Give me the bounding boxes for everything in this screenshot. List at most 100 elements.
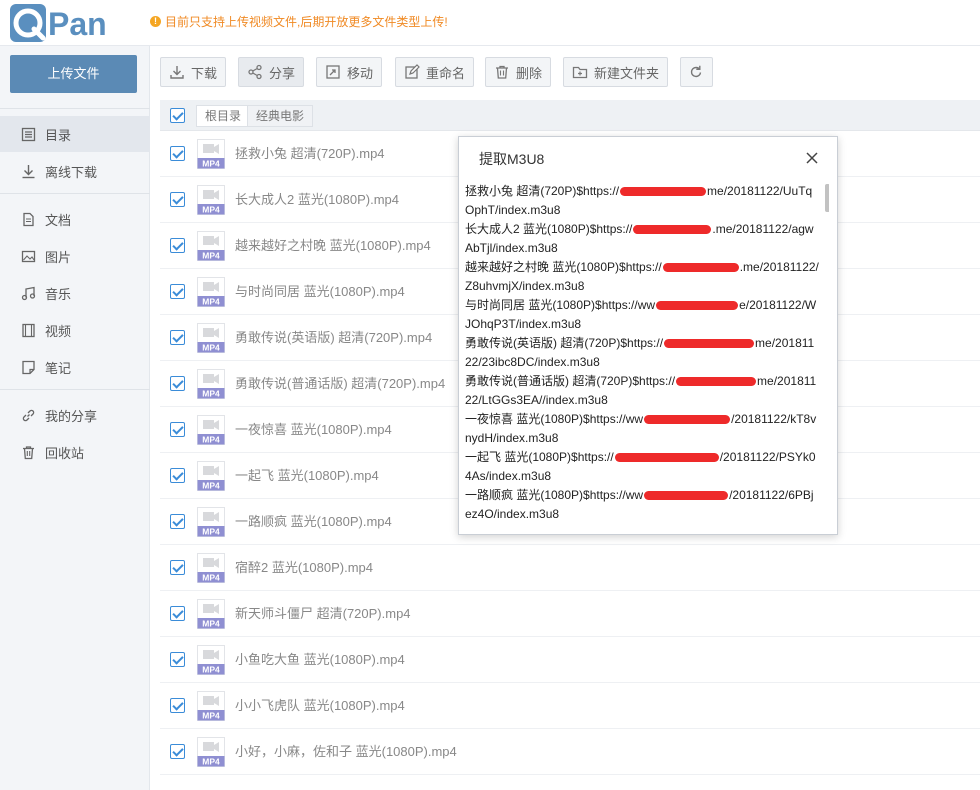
breadcrumb-root[interactable]: 根目录 <box>196 105 251 127</box>
sidebar-item-label: 目录 <box>45 127 72 143</box>
svg-text:MP4: MP4 <box>202 297 220 307</box>
sidebar-item-label: 笔记 <box>45 360 72 376</box>
redaction-mark <box>614 453 719 463</box>
row-checkbox[interactable] <box>170 330 185 345</box>
sidebar-item-my-shares[interactable]: 我的分享 <box>0 397 150 433</box>
close-icon[interactable] <box>805 151 819 165</box>
file-row[interactable]: MP4 宿醉2 蓝光(1080P).mp4 <box>160 545 980 591</box>
file-name[interactable]: 勇敢传说(英语版) 超清(720P).mp4 <box>235 315 432 361</box>
document-icon <box>20 211 36 227</box>
sidebar-item-recycle-bin[interactable]: 回收站 <box>0 434 150 470</box>
delete-label: 删除 <box>516 65 543 81</box>
svg-text:MP4: MP4 <box>202 205 220 215</box>
row-checkbox[interactable] <box>170 606 185 621</box>
svg-text:MP4: MP4 <box>202 343 220 353</box>
download-label: 下载 <box>191 65 218 81</box>
file-name[interactable]: 一起飞 蓝光(1080P).mp4 <box>235 453 379 499</box>
sidebar-item-label: 音乐 <box>45 286 72 302</box>
sidebar-item-notes[interactable]: 笔记 <box>0 349 150 385</box>
file-name[interactable]: 小鱼吃大鱼 蓝光(1080P).mp4 <box>235 637 405 683</box>
rename-button[interactable]: 重命名 <box>395 57 475 87</box>
row-checkbox[interactable] <box>170 744 185 759</box>
file-name[interactable]: 小好，小麻，佐和子 蓝光(1080P).mp4 <box>235 729 457 775</box>
delete-button[interactable]: 删除 <box>485 57 552 87</box>
row-checkbox[interactable] <box>170 192 185 207</box>
row-checkbox[interactable] <box>170 468 185 483</box>
row-checkbox[interactable] <box>170 376 185 391</box>
row-checkbox[interactable] <box>170 560 185 575</box>
file-name[interactable]: 与时尚同居 蓝光(1080P).mp4 <box>235 269 405 315</box>
refresh-icon <box>688 64 704 80</box>
m3u8-text-area[interactable]: 拯救小兔 超清(720P)$https://me/20181122/UuTqOp… <box>465 182 829 527</box>
sidebar-item-images[interactable]: 图片 <box>0 238 150 274</box>
video-file-icon: MP4 <box>197 415 225 445</box>
m3u8-entry-prefix: 勇敢传说(普通话版) 超清(720P)$https:// <box>465 374 676 388</box>
m3u8-entry: 拯救小兔 超清(720P)$https://me/20181122/UuTqOp… <box>465 182 820 220</box>
file-name[interactable]: 一夜惊喜 蓝光(1080P).mp4 <box>235 407 392 453</box>
m3u8-list: 拯救小兔 超清(720P)$https://me/20181122/UuTqOp… <box>465 182 820 524</box>
file-name[interactable]: 宿醉2 蓝光(1080P).mp4 <box>235 545 373 591</box>
video-file-icon: MP4 <box>197 599 225 629</box>
file-row[interactable]: MP4 新天师斗僵尸 超清(720P).mp4 <box>160 591 980 637</box>
sidebar-item-documents[interactable]: 文档 <box>0 201 150 237</box>
move-button[interactable]: 移动 <box>316 57 383 87</box>
video-icon <box>20 322 36 338</box>
file-name[interactable]: 小小飞虎队 蓝光(1080P).mp4 <box>235 683 405 729</box>
extract-m3u8-dialog: 提取M3U8 拯救小兔 超清(720P)$https://me/20181122… <box>458 136 838 535</box>
file-name[interactable]: 越来越好之村晚 蓝光(1080P).mp4 <box>235 223 431 269</box>
share-button[interactable]: 分享 <box>238 57 305 87</box>
file-name[interactable]: 新天师斗僵尸 超清(720P).mp4 <box>235 591 411 637</box>
row-checkbox[interactable] <box>170 284 185 299</box>
sidebar-item-music[interactable]: 音乐 <box>0 275 150 311</box>
svg-text:MP4: MP4 <box>202 619 220 629</box>
new-folder-button[interactable]: 新建文件夹 <box>563 57 669 87</box>
m3u8-entry: 勇敢传说(普通话版) 超清(720P)$https://me/20181122/… <box>465 372 820 410</box>
file-name[interactable]: 长大成人2 蓝光(1080P).mp4 <box>235 177 399 223</box>
sidebar: 上传文件 目录 离线下载 文档 图片 音乐 视频 笔记 我的分享 回收站 <box>0 46 150 790</box>
redaction-mark <box>656 301 739 311</box>
row-checkbox[interactable] <box>170 422 185 437</box>
download-button[interactable]: 下载 <box>160 57 227 87</box>
image-icon <box>20 248 36 264</box>
file-row[interactable]: MP4 小小飞虎队 蓝光(1080P).mp4 <box>160 683 980 729</box>
share-label: 分享 <box>269 65 296 81</box>
move-icon <box>325 64 341 80</box>
video-file-icon: MP4 <box>197 231 225 261</box>
redaction-mark <box>662 263 739 273</box>
qpan-logo[interactable]: Pan <box>10 4 138 42</box>
svg-text:MP4: MP4 <box>202 757 220 767</box>
row-checkbox[interactable] <box>170 698 185 713</box>
sidebar-item-label: 视频 <box>45 323 72 339</box>
row-checkbox[interactable] <box>170 238 185 253</box>
file-row[interactable]: MP4 小好，小麻，佐和子 蓝光(1080P).mp4 <box>160 729 980 775</box>
file-name[interactable]: 拯救小兔 超清(720P).mp4 <box>235 131 385 177</box>
file-name[interactable]: 一路顺疯 蓝光(1080P).mp4 <box>235 499 392 545</box>
sidebar-item-directory[interactable]: 目录 <box>0 116 150 152</box>
file-row[interactable]: MP4 小鱼吃大鱼 蓝光(1080P).mp4 <box>160 637 980 683</box>
m3u8-entry: 一夜惊喜 蓝光(1080P)$https://ww/20181122/kT8vn… <box>465 410 820 448</box>
video-file-icon: MP4 <box>197 185 225 215</box>
scrollbar[interactable] <box>825 184 829 212</box>
m3u8-entry: 与时尚同居 蓝光(1080P)$https://ww e/20181122/WJO… <box>465 296 820 334</box>
svg-text:MP4: MP4 <box>202 711 220 721</box>
svg-text:Pan: Pan <box>48 6 107 42</box>
upload-notice: ! 目前只支持上传视频文件,后期开放更多文件类型上传! <box>150 13 448 30</box>
m3u8-entry-prefix: 一路顺疯 蓝光(1080P)$https://ww <box>465 488 644 502</box>
svg-text:MP4: MP4 <box>202 435 220 445</box>
row-checkbox[interactable] <box>170 514 185 529</box>
refresh-button[interactable] <box>680 57 713 87</box>
sidebar-item-offline-download[interactable]: 离线下载 <box>0 153 150 189</box>
sidebar-item-label: 回收站 <box>45 445 85 461</box>
select-all-checkbox[interactable] <box>170 108 185 123</box>
list-icon <box>20 126 36 142</box>
upload-file-button[interactable]: 上传文件 <box>10 55 137 93</box>
row-checkbox[interactable] <box>170 146 185 161</box>
file-name[interactable]: 勇敢传说(普通话版) 超清(720P).mp4 <box>235 361 445 407</box>
dialog-title: 提取M3U8 <box>479 151 545 167</box>
sidebar-item-video[interactable]: 视频 <box>0 312 150 348</box>
row-checkbox[interactable] <box>170 652 185 667</box>
m3u8-entry: 长大成人2 蓝光(1080P)$https://.me/20181122/agw… <box>465 220 820 258</box>
breadcrumb-current[interactable]: 经典电影 <box>247 105 314 127</box>
video-file-icon: MP4 <box>197 507 225 537</box>
link-icon <box>20 407 36 423</box>
